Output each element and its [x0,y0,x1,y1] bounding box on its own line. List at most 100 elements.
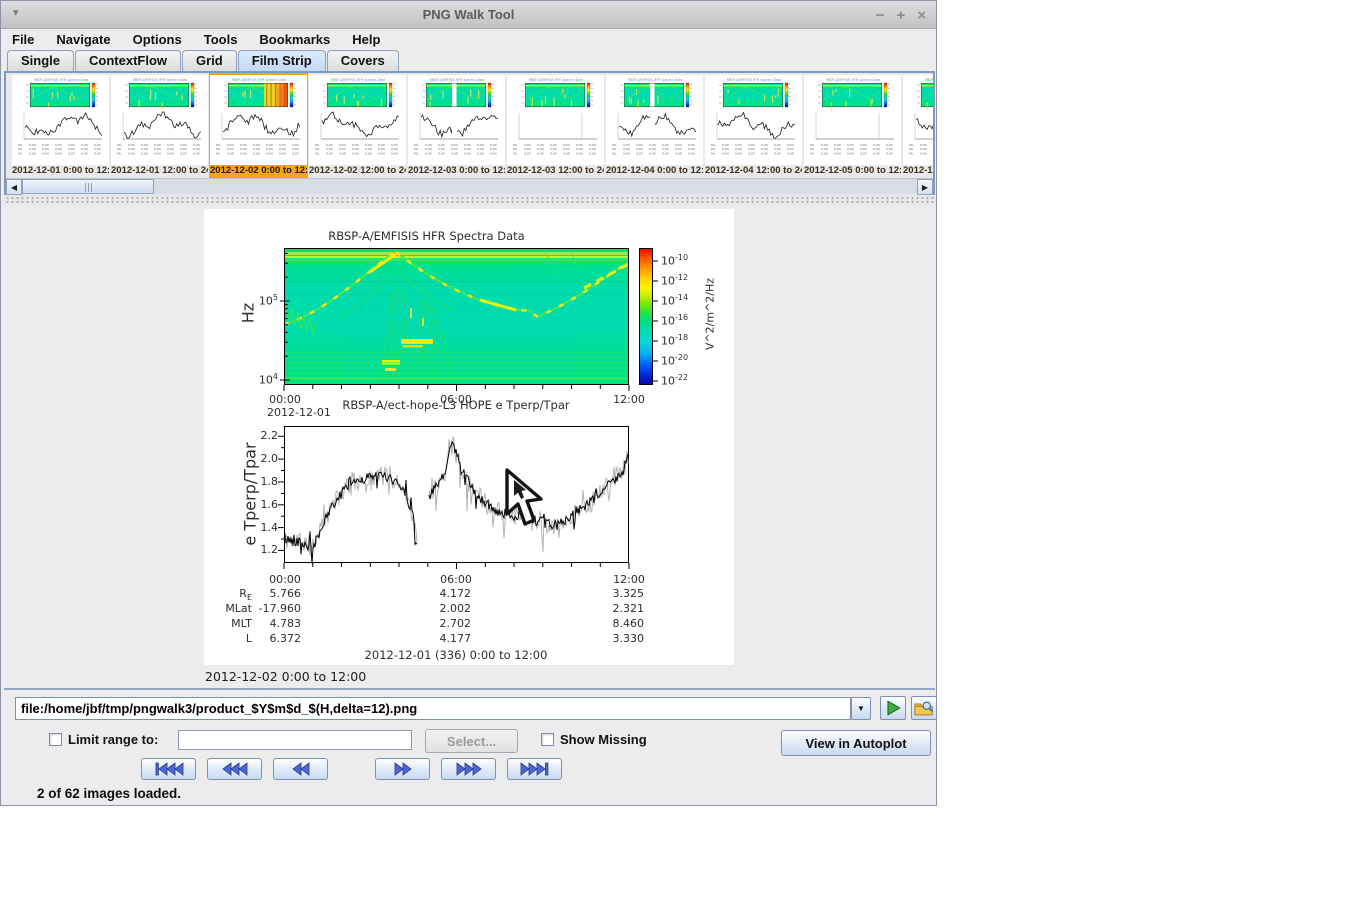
svg-text:0:00: 0:00 [94,151,101,155]
filmstrip-thumbnail[interactable]: RBSP-A/EMFISIS HFR Spectra Data0:000:000… [308,73,407,178]
titlebar[interactable]: ▾ PNG Walk Tool − + × [1,1,936,29]
tab-single[interactable]: Single [7,50,75,71]
filmstrip-thumbnail[interactable]: RBSP-A/EMFISIS HFR Spectra Data0:000:000… [110,73,209,178]
filmstrip-scrollpane: RBSP-A/EMFISIS HFR Spectra Data 0:00 0:00 0… [4,73,935,195]
svg-text:RBSP-A/EMFISIS HFR Spectra Da: RBSP-A/EMFISIS HFR Spectra Data [628,78,682,82]
svg-text:0:00: 0:00 [42,151,49,155]
svg-text:0:00: 0:00 [352,151,359,155]
open-pngwalk-button[interactable] [911,696,937,720]
select-button[interactable]: Select... [425,729,518,753]
thumbnail-image[interactable]: RBSP-A/EMFISIS HFR Spectra Data0:000:000… [408,75,505,165]
menubar: File Navigate Options Tools Bookmarks Help [2,29,935,50]
spectra-plot-title: RBSP-A/EMFISIS HFR Spectra Data [328,229,525,243]
thumbnail-image[interactable]: RBSP-A/EMFISIS HFR Spectra Data0:000:000… [705,75,802,165]
svg-text:ML: ML [315,151,320,155]
svg-text:0:00: 0:00 [339,151,346,155]
svg-text:ML: ML [216,151,221,155]
svg-text:0:00: 0:00 [589,151,596,155]
play-button[interactable] [880,696,906,720]
step-forward-button[interactable] [375,758,430,780]
scrollbar-left-arrow-icon[interactable]: ◀ [6,179,22,195]
svg-text:RBSP-A/EMFISIS HFR Spectra Da: RBSP-A/EMFISIS HFR Spectra Data [34,78,88,82]
thumbnail-image[interactable]: RBSP-A/EMFISIS HFR Spectra Data0:000:000… [210,75,307,165]
filmstrip-thumbnail[interactable]: RBSP-A/EMFISIS HFR Spectra Data0:000:000… [209,73,308,178]
svg-text:0:00: 0:00 [81,151,88,155]
limit-range-input[interactable] [178,730,412,750]
image-viewer: RBSP-A/EMFISIS HFR Spectra Data Hz 105 1… [4,203,935,688]
play-icon [887,700,901,716]
tab-grid[interactable]: Grid [182,50,237,71]
menu-item-help[interactable]: Help [352,30,391,49]
filmstrip-thumbnail[interactable]: RBSP-A/EMFISIS HFR Spectra Data0:000:000… [506,73,605,178]
skip-to-first-button[interactable] [141,758,196,780]
svg-text:ML: ML [513,151,518,155]
tab-contextflow[interactable]: ContextFlow [75,50,182,71]
lineplot-ytick: 2.2 [260,429,279,442]
svg-text:0:00: 0:00 [821,151,828,155]
svg-text:ML: ML [18,151,23,155]
menu-item-navigate[interactable]: Navigate [56,30,121,49]
filmstrip-thumbnail[interactable]: RBSP-A/EMFISIS HFR Spectra Data0:000:000… [902,73,933,178]
spectra-xtick: 00:00 [269,393,301,406]
thumbnail-image[interactable]: RBSP-A/EMFISIS HFR Spectra Data0:000:000… [903,75,933,165]
ticks-table-value: 2.702 [439,617,472,630]
svg-text:RBSP-A/EMFISIS HFR Spectra Da: RBSP-A/EMFISIS HFR Spectra Data [133,78,187,82]
filmstrip-tab-content: RBSP-A/EMFISIS HFR Spectra Data 0:00 0:00 0… [4,71,935,688]
window-menu-icon[interactable]: ▾ [13,6,19,19]
maximize-icon[interactable]: + [896,8,905,23]
svg-text:0:00: 0:00 [193,151,200,155]
svg-text:0:00: 0:00 [477,151,484,155]
svg-text:0:00: 0:00 [266,151,273,155]
scrollbar-track[interactable] [22,179,917,194]
scrollbar-right-arrow-icon[interactable]: ▶ [917,179,933,195]
close-icon[interactable]: × [917,8,926,23]
thumbnail-image[interactable]: RBSP-A/EMFISIS HFR Spectra Data0:000:000… [804,75,901,165]
svg-text:RBSP-A/EMFISIS HFR Spectra Da: RBSP-A/EMFISIS HFR Spectra Data [826,78,880,82]
filmstrip-thumbnail[interactable]: RBSP-A/EMFISIS HFR Spectra Data0:000:000… [803,73,902,178]
menu-item-file[interactable]: File [12,30,45,49]
thumbnail-image[interactable]: RBSP-A/EMFISIS HFR Spectra Data0:000:000… [507,75,604,165]
filmstrip-thumbnail[interactable]: RBSP-A/EMFISIS HFR Spectra Data0:000:000… [704,73,803,178]
minimize-icon[interactable]: − [876,8,885,23]
thumbnail-caption: 2012-12-01 0:00 to 12:00 [12,165,109,176]
svg-text:RBSP-A/EMFISIS HFR Spectra Da: RBSP-A/EMFISIS HFR Spectra Data [232,78,286,82]
tab-film-strip[interactable]: Film Strip [237,50,326,71]
tab-covers[interactable]: Covers [326,50,399,71]
filmstrip-thumbnail[interactable]: RBSP-A/EMFISIS HFR Spectra Data0:000:000… [407,73,506,178]
jump-forward-button[interactable] [441,758,496,780]
scrollbar-thumb[interactable] [22,179,154,194]
thumbnail-image[interactable]: RBSP-A/EMFISIS HFR Spectra Data0:000:000… [309,75,406,165]
menu-item-tools[interactable]: Tools [204,30,249,49]
limit-range-checkbox[interactable] [49,733,62,746]
split-pane-divider[interactable] [4,195,935,203]
skip-to-last-button[interactable] [507,758,562,780]
step-back-button[interactable] [273,758,328,780]
skip-to-last-icon [520,762,548,776]
filmstrip-scrollbar[interactable]: ◀ ▶ [6,178,933,195]
jump-forward-icon [456,762,482,776]
ticks-table-value: 2.321 [612,602,645,615]
ticks-table-value: 5.766 [269,587,302,600]
menu-item-options[interactable]: Options [133,30,193,49]
filmstrip-thumbnail[interactable]: RBSP-A/EMFISIS HFR Spectra Data 0:00 0:00 0… [11,73,110,178]
svg-text:0:00: 0:00 [576,151,583,155]
svg-text:ML: ML [117,151,122,155]
show-missing-checkbox[interactable] [541,733,554,746]
template-uri-input[interactable] [15,697,851,720]
thumbnail-image[interactable]: RBSP-A/EMFISIS HFR Spectra Data 0:00 0:00 0… [12,75,109,165]
uri-dropdown-button[interactable]: ▼ [851,697,871,720]
svg-text:0:00: 0:00 [253,151,260,155]
view-in-autoplot-button[interactable]: View in Autoplot [781,730,931,756]
thumbnail-image[interactable]: RBSP-A/EMFISIS HFR Spectra Data0:000:000… [606,75,703,165]
thumbnail-caption: 2012-12-02 12:00 to 24:00 [309,165,406,176]
status-text: 2 of 62 images loaded. [37,786,182,801]
ticks-table-value: -17.960 [258,602,301,615]
thumbnail-caption: 2012-12-03 12:00 to 24:00 [507,165,604,176]
jump-back-button[interactable] [207,758,262,780]
menu-item-bookmarks[interactable]: Bookmarks [259,30,341,49]
svg-text:0:00: 0:00 [662,151,669,155]
filmstrip-thumbnail[interactable]: RBSP-A/EMFISIS HFR Spectra Data0:000:000… [605,73,704,178]
ticks-table-value: 8.460 [612,617,645,630]
colorbar-tick: 10-10 [661,253,689,268]
thumbnail-image[interactable]: RBSP-A/EMFISIS HFR Spectra Data0:000:000… [111,75,208,165]
